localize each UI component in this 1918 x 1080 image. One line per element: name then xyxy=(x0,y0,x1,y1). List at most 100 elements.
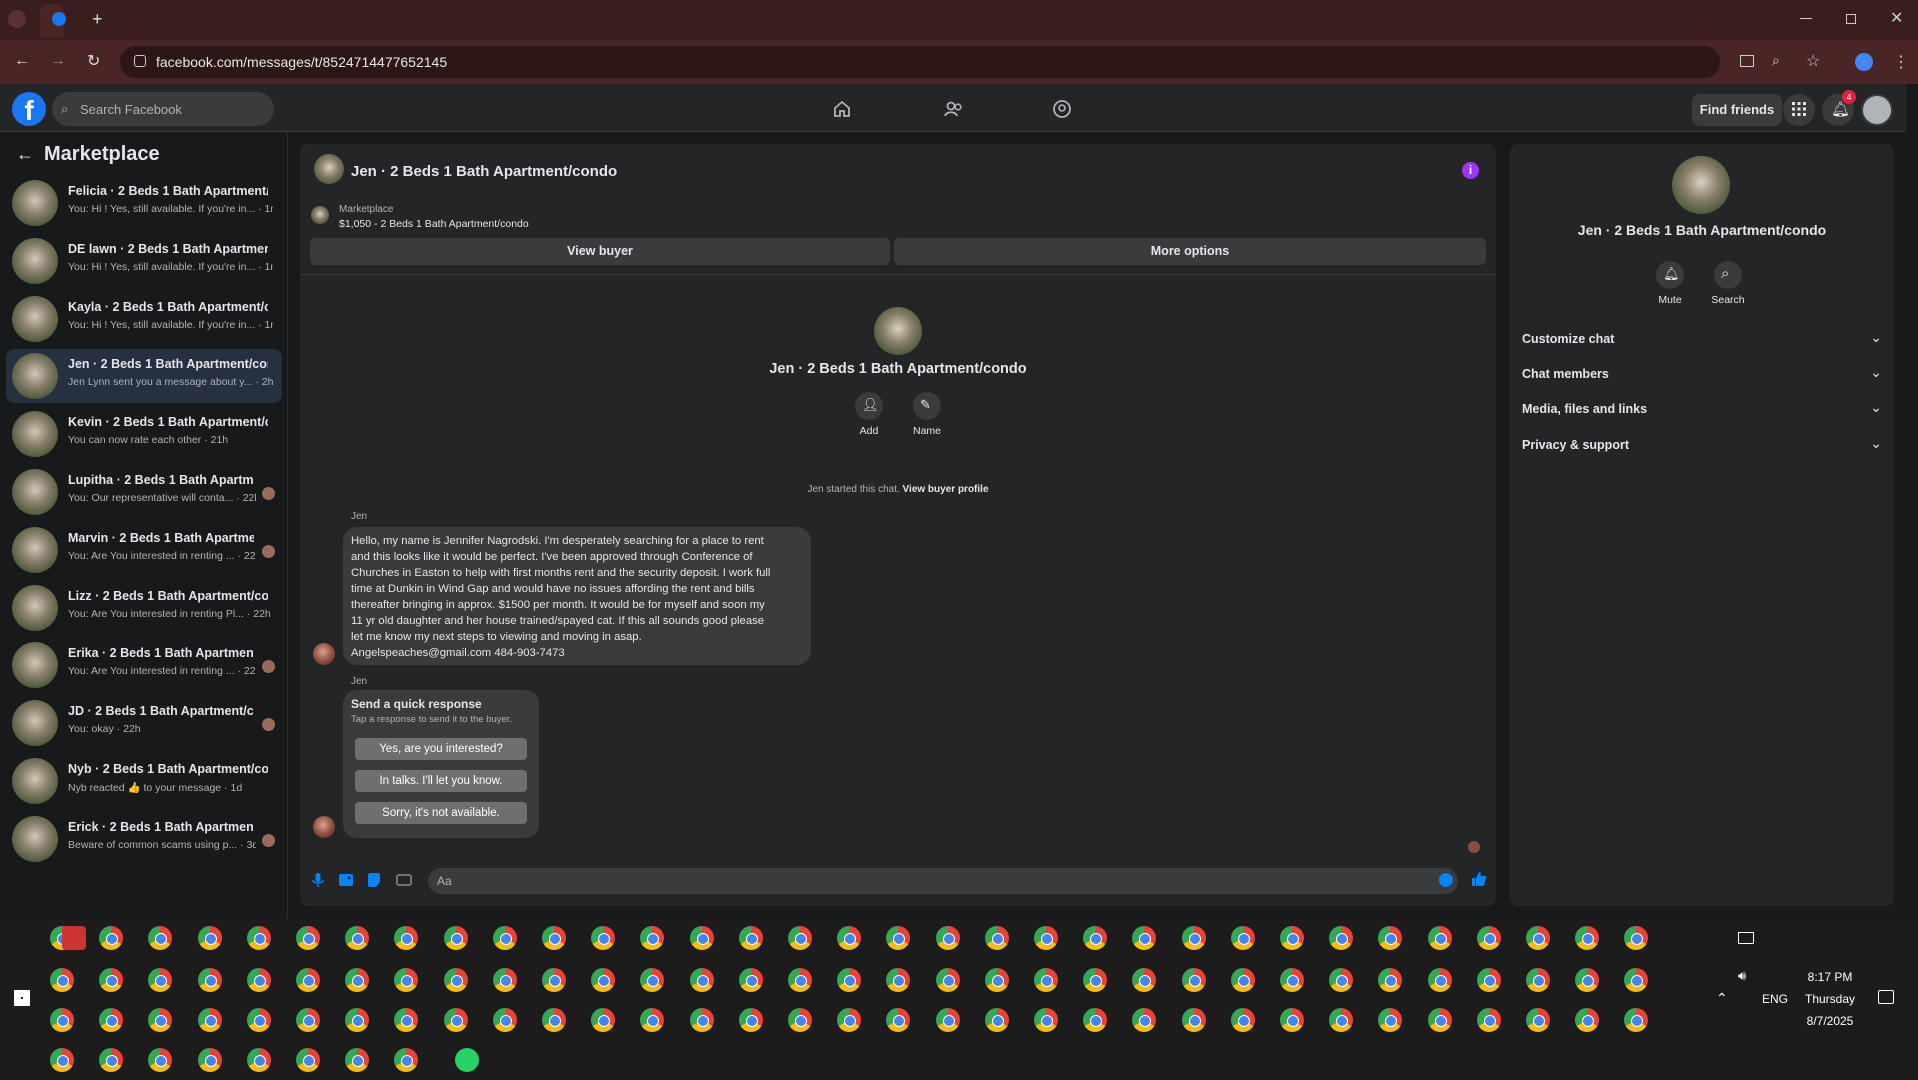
extension-icon[interactable] xyxy=(1855,53,1873,71)
language-indicator[interactable]: ENG xyxy=(1762,992,1788,1006)
chrome-window-icon[interactable] xyxy=(935,968,960,992)
chrome-window-icon[interactable] xyxy=(1230,1008,1255,1032)
chrome-window-icon[interactable] xyxy=(1476,1008,1501,1032)
chrome-window-icon[interactable] xyxy=(1476,926,1501,950)
message-composer-input[interactable] xyxy=(428,868,1458,894)
chrome-window-icon[interactable] xyxy=(837,926,862,950)
chrome-window-icon[interactable] xyxy=(689,1008,714,1032)
chrome-window-icon[interactable] xyxy=(1427,1008,1452,1032)
chrome-window-icon[interactable] xyxy=(1034,926,1058,950)
chrome-window-icon[interactable] xyxy=(984,926,1009,950)
tab-list-dropdown-icon[interactable] xyxy=(8,10,26,28)
conversation-item[interactable]: JD · 2 Beds 1 Bath Apartment/co... You: o… xyxy=(6,696,282,750)
url-text[interactable]: facebook.com/messages/t/8524714477652145 xyxy=(156,54,447,70)
chrome-window-icon[interactable] xyxy=(197,1008,222,1032)
windows-start-icon[interactable] xyxy=(14,990,30,1006)
chat-header-avatar[interactable] xyxy=(314,154,344,184)
forward-icon[interactable]: → xyxy=(50,52,66,70)
chrome-window-icon[interactable] xyxy=(1230,968,1255,992)
chrome-window-icon[interactable] xyxy=(99,1048,124,1072)
chrome-window-icon[interactable] xyxy=(542,926,566,950)
conversation-item[interactable]: Lizz · 2 Beds 1 Bath Apartment/co... You:… xyxy=(6,581,282,635)
page-scrollbar[interactable] xyxy=(1906,84,1918,918)
chat-title[interactable]: Jen · 2 Beds 1 Bath Apartment/condo xyxy=(351,163,617,180)
chrome-window-icon[interactable] xyxy=(788,1008,812,1032)
quick-response-in-talks-button[interactable]: In talks. I'll let you know. xyxy=(355,770,527,792)
chrome-window-icon[interactable] xyxy=(738,1008,763,1032)
conversation-item[interactable]: Kayla · 2 Beds 1 Bath Apartment/c... You:… xyxy=(6,292,282,346)
account-avatar[interactable] xyxy=(1861,94,1893,126)
view-buyer-button[interactable]: View buyer xyxy=(310,238,890,265)
chat-members-section[interactable]: Chat members ⌄ xyxy=(1522,362,1882,388)
privacy-support-section[interactable]: Privacy & support ⌄ xyxy=(1522,433,1882,459)
chrome-window-icon[interactable] xyxy=(296,926,320,950)
find-friends-button[interactable]: Find friends xyxy=(1692,94,1782,126)
chrome-window-icon[interactable] xyxy=(1034,1008,1058,1032)
chrome-window-icon[interactable] xyxy=(1083,1008,1108,1032)
chrome-window-icon[interactable] xyxy=(246,968,271,992)
chrome-window-icon[interactable] xyxy=(296,1048,320,1072)
chrome-window-icon[interactable] xyxy=(246,1008,271,1032)
notification-center-icon[interactable] xyxy=(1878,990,1894,1004)
gif-icon[interactable] xyxy=(396,872,412,888)
chrome-window-icon[interactable] xyxy=(197,1048,222,1072)
install-app-icon[interactable] xyxy=(1740,55,1754,67)
quick-response-yes-button[interactable]: Yes, are you interested? xyxy=(355,738,527,760)
chrome-window-icon[interactable] xyxy=(837,1008,862,1032)
chrome-window-icon[interactable] xyxy=(492,968,517,992)
chrome-window-icon[interactable] xyxy=(1230,926,1255,950)
chrome-window-icon[interactable] xyxy=(1181,926,1206,950)
microphone-icon[interactable] xyxy=(310,872,326,888)
chrome-window-icon[interactable] xyxy=(984,968,1009,992)
chrome-window-icon[interactable] xyxy=(591,968,616,992)
chrome-window-icon[interactable] xyxy=(345,1048,370,1072)
clock-time[interactable]: 8:17 PM xyxy=(1800,970,1860,984)
chrome-window-icon[interactable] xyxy=(542,1008,566,1032)
chrome-window-icon[interactable] xyxy=(1083,926,1108,950)
chrome-window-icon[interactable] xyxy=(246,1048,271,1072)
restore-icon[interactable] xyxy=(1846,14,1856,24)
chrome-window-icon[interactable] xyxy=(788,926,812,950)
chrome-window-icon[interactable] xyxy=(1427,968,1452,992)
chrome-window-icon[interactable] xyxy=(1329,926,1354,950)
facebook-logo[interactable]: f xyxy=(12,92,46,126)
browser-menu-icon[interactable]: ⋮ xyxy=(1893,52,1909,72)
chrome-window-icon[interactable] xyxy=(542,968,566,992)
chrome-window-icon[interactable] xyxy=(1427,926,1452,950)
conversation-item[interactable]: Jen · 2 Beds 1 Bath Apartment/con... Jen … xyxy=(6,349,282,404)
chrome-window-icon[interactable] xyxy=(935,1008,960,1032)
chrome-window-icon[interactable] xyxy=(99,926,124,950)
new-tab-icon[interactable]: + xyxy=(92,9,103,30)
chrome-window-icon[interactable] xyxy=(246,926,271,950)
emoji-icon[interactable] xyxy=(1438,872,1454,888)
chrome-window-icon[interactable] xyxy=(443,1008,468,1032)
clock-date[interactable]: 8/7/2025 xyxy=(1800,1014,1860,1028)
chrome-window-icon[interactable] xyxy=(50,1008,74,1032)
buyer-avatar[interactable] xyxy=(313,643,335,665)
zoom-icon[interactable]: ⌕ xyxy=(1772,52,1780,69)
listing-price-title[interactable]: $1,050 - 2 Beds 1 Bath Apartment/condo xyxy=(339,218,529,230)
chrome-window-icon[interactable] xyxy=(1034,968,1058,992)
chrome-window-icon[interactable] xyxy=(1181,1008,1206,1032)
chrome-window-icon[interactable] xyxy=(1181,968,1206,992)
chrome-window-icon[interactable] xyxy=(345,926,370,950)
chrome-window-icon[interactable] xyxy=(689,968,714,992)
chrome-window-icon[interactable] xyxy=(50,1048,74,1072)
whatsapp-icon[interactable] xyxy=(455,1048,479,1072)
chrome-window-icon[interactable] xyxy=(984,1008,1009,1032)
conversation-item[interactable]: Marvin · 2 Beds 1 Bath Apartme... You: Ar… xyxy=(6,523,282,577)
chrome-window-icon[interactable] xyxy=(1476,968,1501,992)
chrome-window-icon[interactable] xyxy=(492,926,517,950)
chrome-window-icon[interactable] xyxy=(197,926,222,950)
volume-icon[interactable]: 🔊︎ xyxy=(1738,968,1746,984)
chrome-window-icon[interactable] xyxy=(1526,926,1550,950)
chrome-window-icon[interactable] xyxy=(689,926,714,950)
chrome-window-icon[interactable] xyxy=(296,1008,320,1032)
conversation-item[interactable]: Erick · 2 Beds 1 Bath Apartment/... Bewar… xyxy=(6,812,282,866)
chrome-window-icon[interactable] xyxy=(99,1008,124,1032)
network-icon[interactable] xyxy=(1738,932,1754,944)
site-info-icon[interactable] xyxy=(134,55,146,67)
conversation-item[interactable]: Nyb · 2 Beds 1 Bath Apartment/co... Nyb r… xyxy=(6,754,282,808)
conversation-item[interactable]: Erika · 2 Beds 1 Bath Apartment/... You: … xyxy=(6,638,282,692)
back-icon[interactable]: ← xyxy=(14,52,30,70)
